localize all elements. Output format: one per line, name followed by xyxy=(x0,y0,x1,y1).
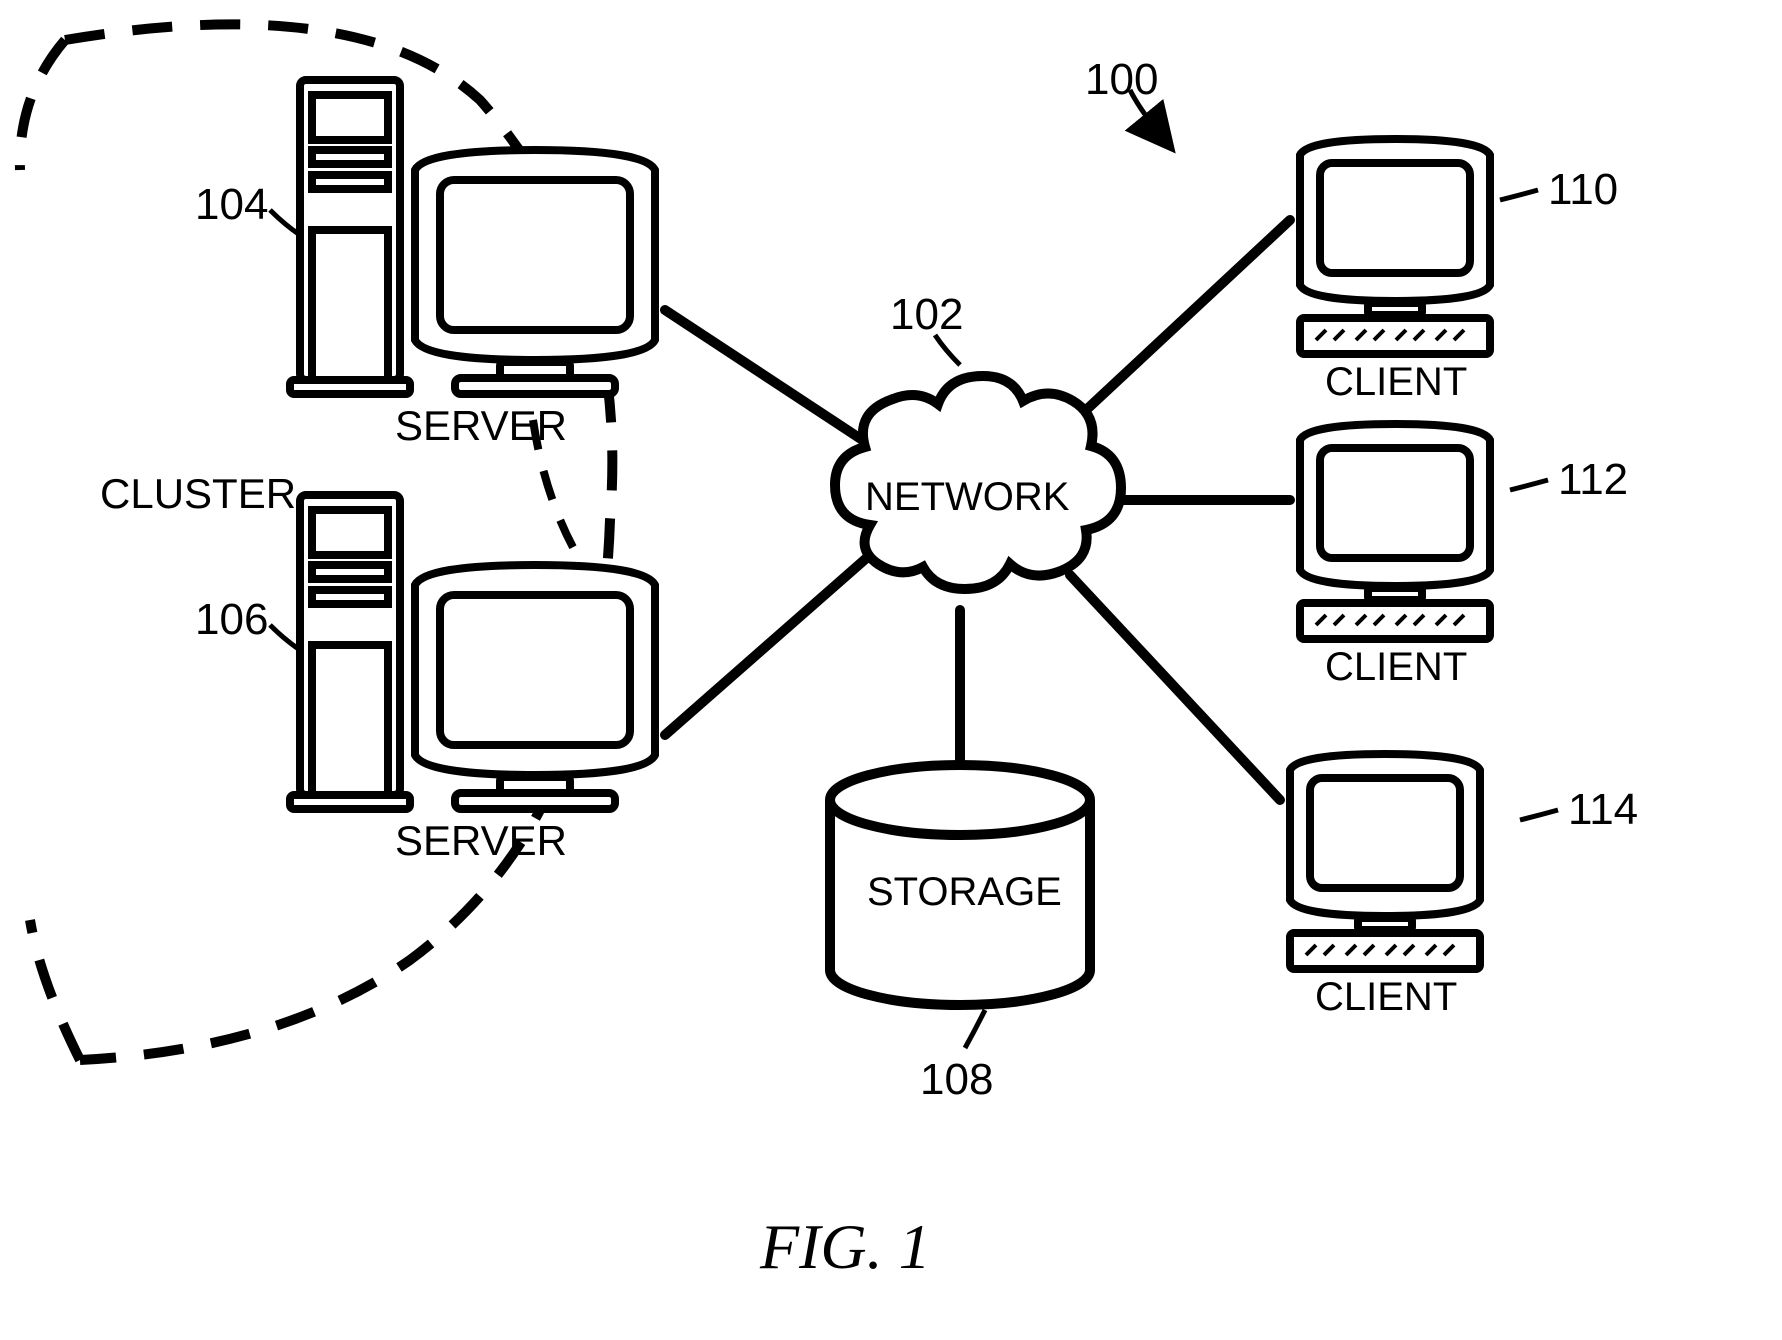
client-bottom-label: CLIENT xyxy=(1315,975,1457,1020)
figure-caption: FIG. 1 xyxy=(760,1210,931,1284)
client-bottom xyxy=(1290,754,1480,969)
client-middle-label: CLIENT xyxy=(1325,645,1467,690)
ref-112: 112 xyxy=(1558,455,1628,505)
server-bottom-label: SERVER xyxy=(395,817,567,865)
server-top-label: SERVER xyxy=(395,402,567,450)
storage-label: STORAGE xyxy=(867,870,1062,915)
diagram-canvas: CLUSTER SERVER SERVER NETWORK STORAGE CL… xyxy=(0,0,1782,1340)
client-middle xyxy=(1300,424,1490,639)
network-label: NETWORK xyxy=(865,475,1069,520)
ref-100: 100 xyxy=(1085,55,1158,105)
ref-104: 104 xyxy=(195,180,268,230)
ref-106: 106 xyxy=(195,595,268,645)
ref-114: 114 xyxy=(1568,785,1638,835)
ref-102: 102 xyxy=(890,290,963,340)
ref-110: 110 xyxy=(1548,165,1618,215)
cluster-label: CLUSTER xyxy=(100,470,296,518)
ref-108: 108 xyxy=(920,1055,993,1105)
server-bottom xyxy=(290,495,655,809)
client-top-label: CLIENT xyxy=(1325,360,1467,405)
server-top xyxy=(290,80,655,394)
client-top xyxy=(1300,139,1490,354)
